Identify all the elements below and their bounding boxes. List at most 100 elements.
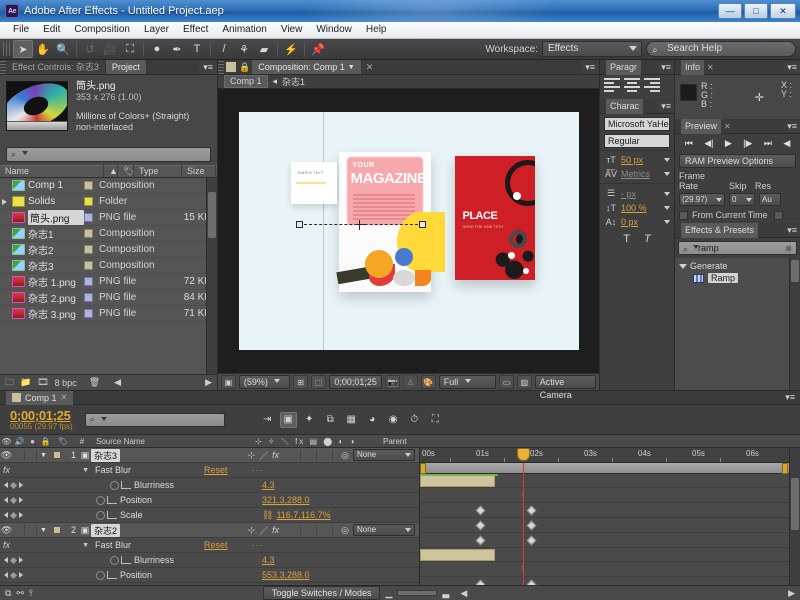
keyframe-navigator[interactable] [0,556,44,564]
effects-scrollbar[interactable] [789,258,800,390]
font-size-value[interactable]: 50 px [621,155,643,165]
stopwatch-icon[interactable] [110,480,119,490]
search-help-input[interactable]: ⌕ Search Help [646,41,796,57]
panel-menu-icon[interactable]: ▾≡ [581,60,599,74]
link-icon[interactable]: ⛓ [262,510,273,521]
table-row[interactable]: 👁 ▼ 1 ▣ 杂志3 ⊹ ／ fx ◎ None [0,448,419,463]
close-button[interactable]: ✕ [770,3,796,19]
list-item[interactable]: Solids Folder [0,194,217,210]
new-folder2-icon[interactable]: 📁 [20,377,31,388]
scroll-left-icon[interactable]: ◀ [114,377,121,388]
panel-menu-icon[interactable]: ▾≡ [658,100,674,112]
list-item[interactable]: Comp 1 Composition [0,178,217,194]
panel-menu-icon[interactable]: ▾≡ [784,224,800,236]
tab-composition[interactable]: Composition: Comp 1 ▼ [252,60,362,74]
layer-switches-icon[interactable]: ⫯ [29,588,33,599]
playhead[interactable] [517,448,530,585]
menu-item-layer[interactable]: Layer [137,22,176,38]
panel-menu-icon[interactable]: ▾≡ [784,61,800,73]
faux-bold-icon[interactable]: T [623,233,630,245]
layer-visibility-icon[interactable]: 👁 [0,450,13,461]
menu-item-help[interactable]: Help [359,22,394,38]
grid-guides-icon[interactable]: ⊞ [293,375,309,389]
roto-brush-tool-icon[interactable]: ⚡ [281,40,301,58]
keyframe-navigator[interactable] [0,496,44,504]
font-family-select[interactable]: Microsoft YaHei [604,117,670,131]
disclosure-triangle-icon[interactable] [2,198,7,205]
chevron-down-icon[interactable] [664,206,670,210]
bit-depth-label[interactable]: 8 bpc [55,378,77,388]
camera-tool-icon[interactable]: 🎥 [100,40,120,58]
tab-paragraph[interactable]: Paragr [606,59,642,75]
faux-italic-icon[interactable]: T [644,233,651,245]
track-layer-2[interactable] [420,548,789,562]
keyframe-marker[interactable] [526,579,537,585]
table-row[interactable]: Position 553.3,288.0 [0,568,419,583]
rotation-tool-icon[interactable]: ↺ [80,40,100,58]
list-item[interactable]: 筒头.png PNG file 15 KB [0,210,217,226]
from-current-time-checkbox[interactable] [679,211,688,220]
close-icon[interactable]: ✕ [362,60,378,74]
property-value[interactable]: 4.3 [262,555,275,565]
effect-reset-button[interactable]: Reset [204,465,228,475]
tab-timeline-comp[interactable]: Comp 1 ✕ [6,390,74,405]
composition-viewer[interactable]: YOUR MAGAZINE SIMPLE TEXT PLACE HERE THE… [218,89,599,373]
tab-info[interactable]: Info [681,59,705,75]
expand-triangle-icon[interactable]: ▼ [13,467,89,474]
property-value[interactable]: 321.3,288.0 [262,495,310,505]
parent-pick-whip-icon[interactable]: ◎ [341,450,349,461]
track-blurriness-2[interactable] [420,577,789,585]
add-keyframe-icon[interactable] [9,556,18,564]
source-name-header[interactable]: Source Name [90,437,255,446]
keyframe-marker[interactable] [475,505,486,516]
list-item[interactable]: 杂志 2.png PNG file 84 KB [0,290,217,306]
table-row[interactable]: Blurriness 4.3 [0,478,419,493]
menu-item-window[interactable]: Window [309,22,359,38]
pen-tool-icon[interactable]: ✒ [167,40,187,58]
layer-switch-shy-icon[interactable]: ⊹ [248,450,256,461]
chevron-down-icon[interactable] [664,172,670,176]
track-effect-1[interactable]: I [420,488,789,503]
keyframe-navigator[interactable] [0,571,44,579]
parent-select[interactable]: None [353,449,415,461]
tab-project[interactable]: Project [105,60,147,74]
column-tag-icon[interactable]: 🏷 [118,165,134,178]
selection-tool-icon[interactable]: ➤ [13,40,33,58]
show-snapshot-icon[interactable]: ♙ [403,375,418,389]
ram-preview-options-button[interactable]: RAM Preview Options [679,154,796,168]
timeline-search-input[interactable]: ⌕ [84,412,225,427]
panel-menu-icon[interactable]: ▾≡ [784,120,800,132]
list-item[interactable]: 杂志2 Composition [0,242,217,258]
scrollbar-thumb[interactable] [208,192,216,238]
brush-tool-icon[interactable]: / [214,40,234,58]
expand-triangle-icon[interactable]: ▼ [37,527,50,534]
effect-reset-button[interactable]: Reset [204,540,228,550]
layer-source-name[interactable]: 杂志2 [91,523,121,537]
previous-frame-button[interactable]: ◀| [704,138,713,149]
delete-icon[interactable]: 🗑 [89,377,100,388]
work-area-bar[interactable] [420,463,800,474]
effects-result-list[interactable]: Generate Ramp [675,258,800,390]
vertical-scale-value[interactable]: 100 % [621,203,647,213]
table-row[interactable]: 👁 ▼ 2 ▣ 杂志2 ⊹ ／ fx ◎ None [0,523,419,538]
track-rows[interactable]: I I [420,474,789,585]
zoom-out-icon[interactable]: ▁ [385,588,392,599]
playhead-handle[interactable] [517,448,530,461]
panel-grip[interactable] [218,60,224,74]
region-of-interest-icon[interactable]: ⬚ [311,375,326,389]
maximize-button[interactable]: □ [744,3,768,19]
graph-editor-icon[interactable]: ◉ [385,412,402,428]
timeline-layer-list[interactable]: 👁 ▼ 1 ▣ 杂志3 ⊹ ／ fx ◎ None fx ▼ Fast Blur… [0,448,420,585]
layer-label-swatch[interactable] [53,451,61,459]
puppet-pin-tool-icon[interactable]: 📌 [308,40,328,58]
brainstorm-icon[interactable]: ◕ [364,412,381,428]
close-icon[interactable]: ✕ [704,60,717,75]
composition-canvas[interactable]: YOUR MAGAZINE SIMPLE TEXT PLACE HERE THE… [238,112,579,350]
table-row[interactable]: Position 321.3,288.0 [0,493,419,508]
project-item-list[interactable]: Comp 1 Composition Solids Folder 筒头.png … [0,178,217,374]
anchor-point-icon[interactable] [354,220,365,230]
shape-tool-icon[interactable]: ● [147,40,167,58]
keyframe-marker[interactable] [526,505,537,516]
stopwatch-icon[interactable] [110,555,119,565]
chevron-down-icon[interactable] [664,220,670,224]
